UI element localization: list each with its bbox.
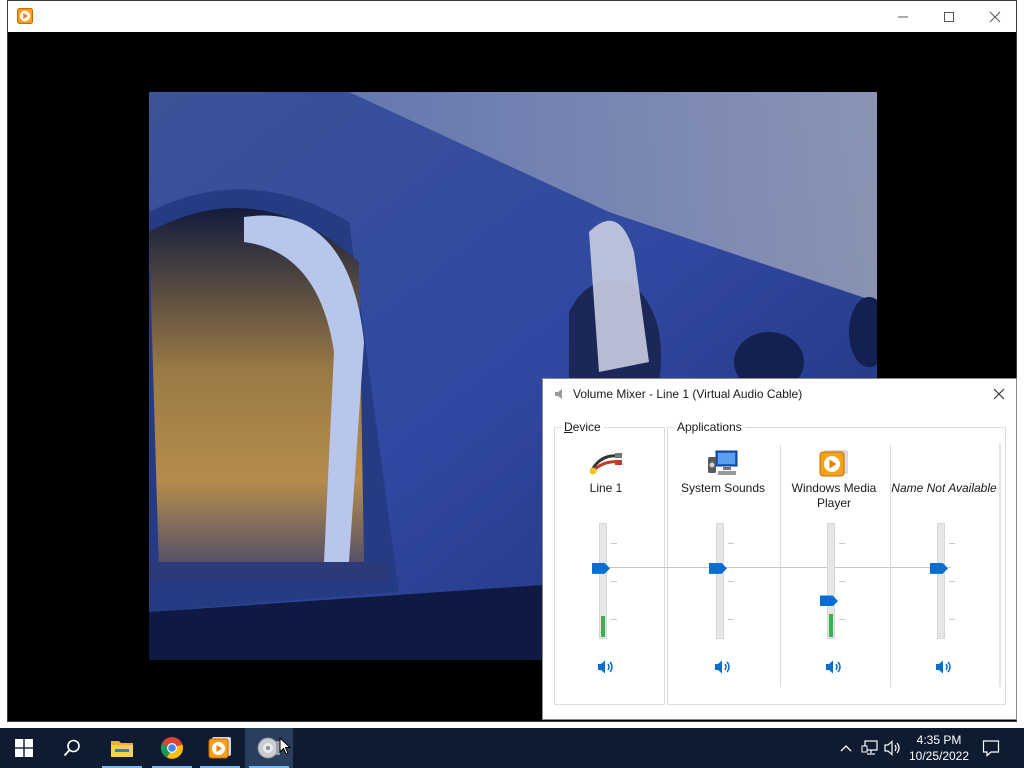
minimize-icon [898,16,908,17]
search-icon [63,739,80,757]
audio-cable-icon [588,447,624,479]
volume-button[interactable] [884,739,902,757]
notification-icon [982,740,1000,757]
close-button[interactable] [988,384,1010,404]
slider-thumb[interactable] [820,595,838,607]
channel-name: Name Not Available [891,481,997,495]
start-button[interactable] [0,728,48,768]
slider-thumb[interactable] [709,562,727,574]
scroll-gutter [999,443,1001,687]
close-button[interactable] [972,1,1018,32]
system-sounds-icon [705,447,741,479]
volume-mixer-window: Volume Mixer - Line 1 (Virtual Audio Cab… [542,378,1017,720]
clock-date: 10/25/2022 [908,749,970,763]
slider-track [937,523,945,639]
action-center-button[interactable] [982,739,1000,757]
close-icon [993,388,1005,400]
clock-time: 4:35 PM [916,733,962,747]
maximize-button[interactable] [926,1,972,32]
speaker-icon [598,660,613,674]
speaker-icon [715,660,730,674]
channel-name: Line 1 [589,481,623,495]
channel-line-1: Line 1 [553,441,659,691]
channel-name: Windows Media Player [791,481,877,510]
channel-name: System Sounds [680,481,766,495]
windows-media-player-icon [816,447,852,479]
windows-logo-icon [15,739,33,757]
volume-slider[interactable] [930,523,955,643]
mouse-cursor-icon [279,736,292,760]
taskbar-windows-media-player[interactable] [196,728,244,768]
windows-media-player-icon [17,8,33,24]
volume-slider[interactable] [820,523,845,643]
slider-thumb[interactable] [930,562,948,574]
volume-icon [884,740,900,756]
slider-tick [839,543,845,544]
slider-track [716,523,724,639]
maximize-icon [944,11,954,22]
slider-tick [728,581,734,582]
channel-windows-media-player: Windows Media Player [781,441,887,691]
speaker-icon [826,660,841,674]
peak-meter [829,614,833,637]
slider-tick [949,619,955,620]
mute-button[interactable] [935,659,953,680]
slider-tick [611,543,617,544]
chevron-up-icon [840,745,852,752]
slider-tick [728,543,734,544]
volume-mixer-title: Volume Mixer - Line 1 (Virtual Audio Cab… [573,387,803,401]
slider-tick [611,581,617,582]
show-hidden-icons-button[interactable] [837,739,855,757]
mute-button[interactable] [597,659,615,680]
taskbar-chrome[interactable] [148,728,196,768]
volume-slider[interactable] [709,523,734,643]
peak-meter [601,616,605,637]
speaker-icon [936,660,951,674]
channel-system-sounds: System Sounds [670,441,776,691]
network-icon [861,740,878,755]
applications-group-label: Applications [674,420,745,434]
slider-thumb[interactable] [592,562,610,574]
volume-mixer-titlebar[interactable]: Volume Mixer - Line 1 (Virtual Audio Cab… [543,379,1016,409]
channel-name-not-available: Name Not Available [891,441,997,691]
windows-media-player-icon [208,737,231,759]
slider-track [827,523,835,639]
folder-icon [111,741,133,757]
mute-button[interactable] [714,659,732,680]
taskbar-file-explorer[interactable] [98,728,146,768]
mute-button[interactable] [825,659,843,680]
device-group-label: Device [561,420,604,434]
media-player-titlebar[interactable] [8,1,1016,32]
clock[interactable]: 4:35 PM 10/25/2022 [906,732,972,764]
search-button[interactable] [48,728,96,768]
chrome-icon [160,737,183,759]
close-icon [989,11,1001,22]
slider-tick [949,581,955,582]
slider-track [599,523,607,639]
volume-slider[interactable] [592,523,617,643]
speaker-icon [553,387,567,406]
minimize-button[interactable] [880,1,926,32]
slider-tick [839,619,845,620]
slider-tick [839,581,845,582]
network-button[interactable] [861,739,879,757]
taskbar: 4:35 PM 10/25/2022 [0,728,1024,768]
slider-tick [611,619,617,620]
slider-tick [949,543,955,544]
slider-tick [728,619,734,620]
